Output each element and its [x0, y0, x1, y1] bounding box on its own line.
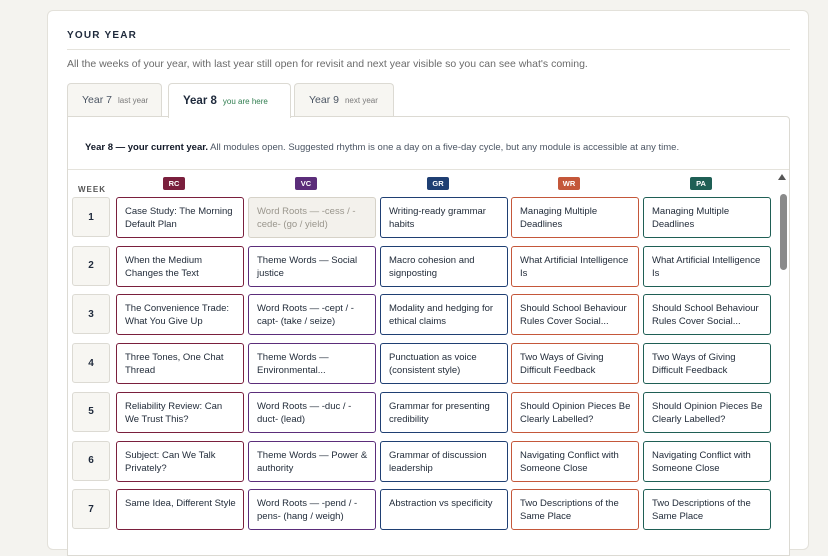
tab-label: Year 7	[82, 94, 112, 106]
intro-rest: All modules open. Suggested rhythm is on…	[208, 142, 680, 153]
module-card-vc[interactable]: Theme Words — Environmental...	[248, 343, 376, 385]
column-badge-gr: GR	[427, 177, 449, 190]
tab-note: next year	[344, 95, 378, 105]
module-card-gr[interactable]: Abstraction vs specificity	[380, 489, 508, 531]
week-number: 2	[72, 245, 110, 286]
module-card-pa[interactable]: Managing Multiple Deadlines	[643, 197, 771, 238]
tab-note: last year	[117, 95, 149, 105]
module-card-wr[interactable]: Two Ways of Giving Difficult Feedback	[511, 343, 639, 385]
module-card-pa[interactable]: Two Descriptions of the Same Place	[643, 489, 771, 531]
tab-label: Year 9	[309, 94, 339, 106]
section-subtitle: All the weeks of your year, with last ye…	[67, 58, 588, 70]
module-card-pa[interactable]: Should Opinion Pieces Be Clearly Labelle…	[643, 391, 771, 433]
tab-year-7[interactable]: Year 7 last year	[67, 83, 162, 116]
module-card-vc[interactable]: Word Roots — -pend / -pens- (hang / weig…	[248, 489, 376, 531]
week-column-header: WEEK	[78, 185, 106, 194]
week-number: 1	[72, 197, 110, 237]
year-panel: Year 8 — your current year. All modules …	[67, 116, 790, 556]
section-title: YOUR YEAR	[67, 30, 138, 41]
module-card-pa[interactable]: Should School Behaviour Rules Cover Soci…	[643, 294, 771, 336]
module-card-pa[interactable]: Two Ways of Giving Difficult Feedback	[643, 343, 771, 385]
week-number: 3	[72, 294, 110, 335]
module-card-pa[interactable]: What Artificial Intelligence Is	[643, 245, 771, 287]
your-year-card: YOUR YEAR All the weeks of your year, wi…	[47, 10, 809, 556]
module-card-gr[interactable]: Grammar of discussion leadership	[380, 440, 508, 482]
module-card-vc[interactable]: Theme Words — Social justice	[248, 245, 376, 287]
intro-bold: Year 8 — your current year.	[85, 142, 209, 153]
module-card-rc[interactable]: The Convenience Trade: What You Give Up	[116, 294, 244, 336]
week-number: 6	[72, 440, 110, 481]
scrollbar-thumb[interactable]	[780, 194, 787, 270]
week-number: 7	[72, 489, 110, 530]
module-card-wr[interactable]: Should Opinion Pieces Be Clearly Labelle…	[511, 391, 639, 433]
year-intro: Year 8 — your current year. All modules …	[85, 142, 679, 153]
title-divider	[67, 49, 790, 50]
module-card-rc[interactable]: Subject: Can We Talk Privately?	[116, 440, 244, 482]
module-card-vc[interactable]: Theme Words — Power & authority	[248, 440, 376, 482]
column-badge-wr: WR	[558, 177, 580, 190]
module-card-rc[interactable]: Case Study: The Morning Default Plan	[116, 197, 244, 238]
module-card-vc[interactable]: Word Roots — -cept / -capt- (take / seiz…	[248, 294, 376, 336]
module-card-gr[interactable]: Punctuation as voice (consistent style)	[380, 343, 508, 385]
module-card-vc[interactable]: Word Roots — -duc / -duct- (lead)	[248, 391, 376, 433]
tab-year-8[interactable]: Year 8 you are here	[168, 83, 291, 118]
module-card-vc[interactable]: Word Roots — -cess / -cede- (go / yield)	[248, 197, 376, 238]
tab-year-9[interactable]: Year 9 next year	[294, 83, 394, 116]
module-card-rc[interactable]: Reliability Review: Can We Trust This?	[116, 391, 244, 433]
module-card-wr[interactable]: What Artificial Intelligence Is	[511, 245, 639, 287]
module-card-rc[interactable]: Same Idea, Different Style	[116, 489, 244, 531]
scroll-up-arrow-icon[interactable]	[778, 174, 786, 180]
column-badge-vc: VC	[295, 177, 317, 190]
week-number: 5	[72, 391, 110, 432]
module-card-pa[interactable]: Navigating Conflict with Someone Close	[643, 440, 771, 482]
module-card-gr[interactable]: Macro cohesion and signposting	[380, 245, 508, 287]
module-card-wr[interactable]: Should School Behaviour Rules Cover Soci…	[511, 294, 639, 336]
week-number: 4	[72, 343, 110, 384]
module-card-wr[interactable]: Managing Multiple Deadlines	[511, 197, 639, 238]
tab-note: you are here	[222, 96, 268, 106]
tab-label: Year 8	[183, 95, 217, 107]
module-card-rc[interactable]: Three Tones, One Chat Thread	[116, 343, 244, 385]
intro-divider	[68, 169, 789, 170]
module-card-gr[interactable]: Grammar for presenting credibility	[380, 391, 508, 433]
column-badge-rc: RC	[163, 177, 185, 190]
column-badge-pa: PA	[690, 177, 712, 190]
module-card-rc[interactable]: When the Medium Changes the Text	[116, 245, 244, 287]
module-card-wr[interactable]: Navigating Conflict with Someone Close	[511, 440, 639, 482]
module-card-gr[interactable]: Modality and hedging for ethical claims	[380, 294, 508, 336]
module-card-wr[interactable]: Two Descriptions of the Same Place	[511, 489, 639, 531]
module-card-gr[interactable]: Writing-ready grammar habits	[380, 197, 508, 238]
